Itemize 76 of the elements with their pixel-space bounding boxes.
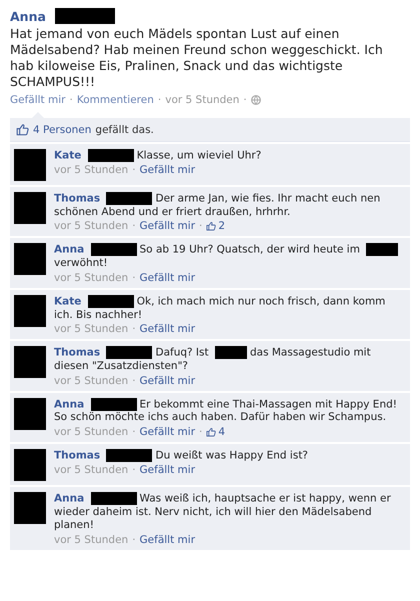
redaction-block	[106, 448, 152, 462]
timestamp: vor 5 Stunden	[54, 272, 128, 284]
likes-text: gefällt das.	[95, 124, 154, 136]
redaction-block	[106, 346, 152, 360]
separator-dot: ·	[243, 94, 247, 106]
thumbs-up-icon	[16, 123, 29, 136]
timestamp: vor 5 Stunden	[54, 220, 128, 232]
thumbs-up-icon	[206, 221, 216, 232]
like-link[interactable]: Gefällt mir	[140, 374, 196, 386]
redaction-block	[88, 294, 134, 308]
comment-text: Thomas Der arme Jan, wie fies. Ihr macht euch nen schönen Abend und er friert draußen, hrhrhr.	[54, 192, 382, 220]
timestamp: vor 5 Stunden	[54, 374, 128, 386]
like-link[interactable]: Gefällt mir	[140, 323, 196, 336]
commenter-name[interactable]: Kate	[54, 149, 82, 162]
timestamp: vor 5 Stunden	[165, 94, 240, 106]
action-link[interactable]: Gefällt mir	[10, 94, 66, 106]
like-link[interactable]: Gefällt mir	[140, 220, 196, 232]
comment-text: Anna Er bekommt eine Thai-Massagen mit Happy End! So schön möchte ichs auch haben. Dafür haben wir Schampus.	[54, 398, 398, 425]
redaction-block	[214, 346, 247, 360]
comment-text: Kate Klasse, um wieviel Uhr?	[54, 149, 262, 163]
like-link[interactable]: Gefällt mir	[140, 464, 196, 476]
redaction-block	[90, 243, 137, 256]
redaction-block	[90, 492, 137, 505]
action-link[interactable]: Kommentieren	[76, 94, 154, 106]
like-link[interactable]: Gefällt mir	[140, 164, 196, 176]
commenter-name[interactable]: Thomas	[54, 346, 100, 358]
separator-dot: ·	[132, 220, 136, 232]
separator-dot: ·	[69, 94, 73, 106]
thumbs-up-icon	[206, 426, 216, 437]
redacted-avatar	[14, 243, 46, 276]
redaction-block	[366, 243, 398, 256]
separator-dot: ·	[132, 164, 136, 176]
commenter-name[interactable]: Anna	[54, 492, 84, 504]
commenter-name[interactable]: Anna	[54, 244, 84, 256]
commenter-name[interactable]: Kate	[54, 295, 82, 308]
like-link[interactable]: Gefällt mir	[140, 272, 196, 284]
comment-text: Anna So ab 19 Uhr? Quatsch, der wird heute im verwöhnt!	[54, 243, 406, 271]
redacted-avatar	[14, 294, 46, 327]
separator-dot: ·	[132, 534, 136, 546]
likers-link[interactable]: 4 Personen	[33, 124, 92, 136]
separator-dot: ·	[132, 323, 136, 336]
separator-dot: ·	[158, 94, 162, 106]
comment-text: Kate Ok, ich mach mich nur noch frisch, dann komm ich. Bis nachher!	[54, 294, 386, 322]
timestamp: vor 5 Stunden	[54, 426, 128, 438]
redacted-avatar	[14, 192, 46, 224]
redaction-block	[90, 398, 137, 410]
separator-dot: ·	[132, 426, 136, 438]
redaction-block	[88, 149, 134, 162]
redacted-avatar	[14, 448, 46, 481]
commenter-name[interactable]: Anna	[54, 398, 84, 410]
separator-dot: ·	[132, 464, 136, 476]
separator-dot: ·	[132, 272, 136, 284]
author-name[interactable]: Anna	[10, 8, 46, 24]
post-text: Hat jemand von euch Mädels spontan Lust auf einen Mädelsabend? Hab meinen Freund schon weggeschickt. Ich hab kiloweise Eis, Pralinen, Snack und das wichtigste SCHAMPUS!!!	[10, 26, 384, 90]
like-link[interactable]: Gefällt mir	[140, 534, 196, 546]
timestamp: vor 5 Stunden	[54, 323, 128, 336]
commenter-name[interactable]: Thomas	[54, 449, 100, 462]
redaction-block	[106, 192, 152, 205]
separator-dot: ·	[199, 426, 202, 438]
like-link[interactable]: Gefällt mir	[140, 426, 196, 438]
redacted-avatar	[14, 398, 46, 430]
comment-text: Thomas Dafuq? Ist das Massagestudio mit diesen "Zusatzdiensten"?	[54, 346, 372, 374]
timestamp: vor 5 Stunden	[54, 164, 128, 176]
redacted-avatar	[14, 149, 46, 181]
timestamp: vor 5 Stunden	[54, 534, 128, 546]
timestamp: vor 5 Stunden	[54, 464, 128, 476]
redacted-avatar	[14, 346, 46, 378]
comment-text: Thomas Du weißt was Happy End ist?	[54, 448, 310, 463]
separator-dot: ·	[199, 220, 202, 232]
redacted-avatar	[14, 492, 46, 524]
like-count: 4	[218, 426, 226, 438]
comment-text: Anna Was weiß ich, hauptsache er ist happy, wenn er wieder daheim ist. Nerv nicht, ich will hier den Mädelsabend planen!	[54, 492, 392, 533]
globe-icon	[250, 95, 261, 105]
like-count: 2	[218, 220, 226, 232]
separator-dot: ·	[132, 374, 136, 386]
commenter-name[interactable]: Thomas	[54, 192, 100, 204]
